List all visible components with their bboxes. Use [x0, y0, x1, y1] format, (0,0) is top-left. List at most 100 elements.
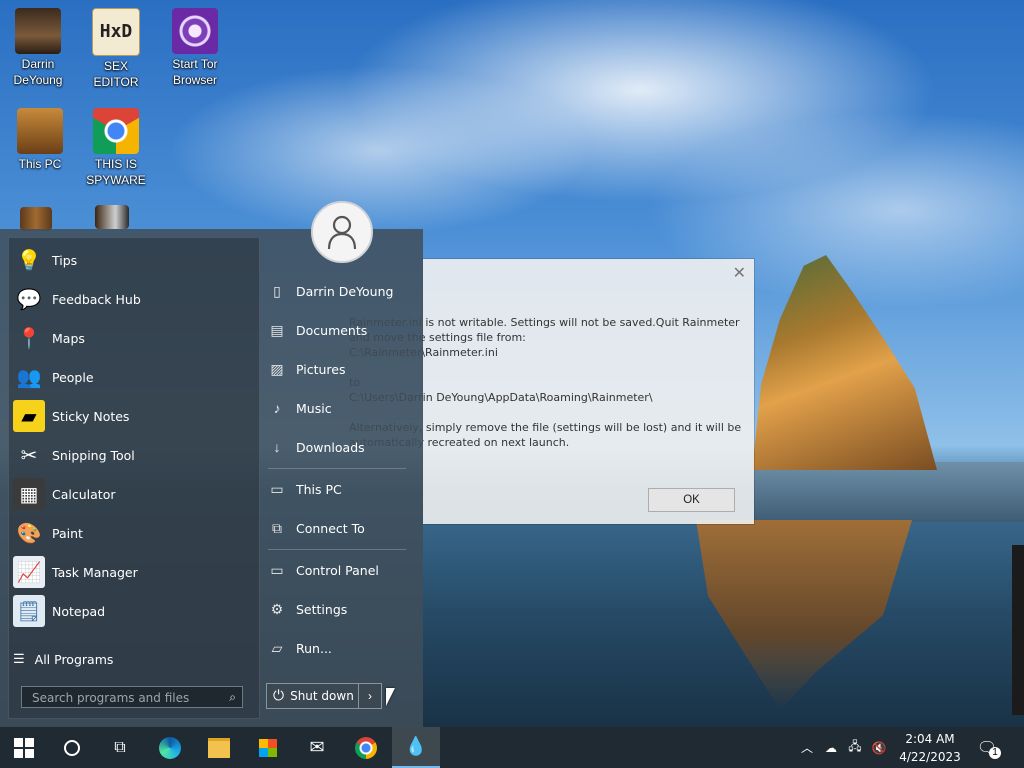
desktop-icon-label: THIS IS SPYWARE — [86, 157, 146, 187]
chrome-icon — [355, 736, 377, 759]
start-search-box[interactable]: ⌕ — [21, 686, 243, 709]
place-settings[interactable]: ⚙ Settings — [268, 595, 413, 623]
program-label: Tips — [52, 252, 78, 268]
cortana-icon — [64, 739, 80, 756]
notepad-icon: 🗒 — [13, 595, 45, 627]
taskbar-edge[interactable] — [146, 727, 194, 768]
desktop-icon-darrin-deyoung[interactable]: Darrin DeYoung — [0, 8, 76, 88]
place-label: Pictures — [296, 361, 346, 377]
program-label: Maps — [52, 330, 85, 346]
start-button[interactable] — [0, 727, 48, 768]
ok-button[interactable]: OK — [648, 488, 735, 512]
desktop-icon-label: SEX EDITOR — [93, 59, 139, 89]
hex-editor-icon: HxD — [92, 8, 140, 56]
paint-icon: 🎨 — [16, 522, 42, 545]
place-this-pc[interactable]: ▭ This PC — [268, 475, 413, 503]
all-programs-button[interactable]: ☰ All Programs — [13, 648, 113, 670]
tor-browser-icon — [172, 8, 218, 54]
program-tips[interactable]: 💡 Tips — [13, 242, 253, 278]
power-icon: ⏻ — [273, 688, 285, 704]
place-label: Run... — [296, 640, 332, 656]
desktop-icon-partial[interactable] — [88, 205, 136, 231]
desktop-icon-this-pc[interactable]: This PC — [2, 108, 78, 172]
search-button[interactable] — [48, 727, 96, 768]
place-connect-to[interactable]: ⧉ Connect To — [268, 514, 413, 542]
desktop-icon-chrome[interactable]: THIS IS SPYWARE — [78, 108, 154, 188]
taskbar-file-explorer[interactable] — [195, 727, 243, 768]
search-input[interactable] — [22, 687, 229, 709]
program-maps[interactable]: 📍 Maps — [13, 320, 253, 356]
program-label: Snipping Tool — [52, 447, 135, 463]
start-menu: 💡 Tips 💬 Feedback Hub 📍 Maps 👥 People ▰ … — [0, 229, 423, 727]
chrome-icon — [93, 108, 139, 154]
close-icon[interactable]: ✕ — [733, 263, 746, 283]
taskbar-mail[interactable]: ✉ — [293, 727, 341, 768]
all-programs-label: All Programs — [34, 651, 114, 667]
desktop-icon-tor-browser[interactable]: Start Tor Browser — [157, 8, 233, 88]
list-icon: ☰ — [13, 651, 25, 666]
taskbar-rainmeter[interactable]: 💧 — [392, 727, 440, 768]
shutdown-options-button[interactable]: › — [358, 684, 381, 708]
place-label: Connect To — [296, 520, 365, 536]
place-label: Darrin DeYoung — [296, 283, 394, 299]
control-panel-icon: ▭ — [270, 561, 284, 578]
program-label: Paint — [52, 525, 83, 541]
windows-logo-icon — [14, 737, 34, 758]
place-run[interactable]: ▱ Run... — [268, 634, 413, 662]
user-folder-icon — [15, 8, 61, 54]
calculator-icon: ▦ — [13, 478, 45, 510]
program-notepad[interactable]: 🗒 Notepad — [13, 593, 253, 629]
program-label: Notepad — [52, 603, 106, 619]
program-people[interactable]: 👥 People — [13, 359, 253, 395]
program-label: Task Manager — [52, 564, 138, 580]
notification-badge: 1 — [989, 747, 1001, 759]
network-tray[interactable]: 🖧 — [844, 727, 866, 768]
shutdown-button[interactable]: ⏻ Shut down — [267, 684, 358, 708]
divider — [268, 549, 406, 550]
program-paint[interactable]: 🎨 Paint — [13, 515, 253, 551]
onedrive-tray[interactable]: ☁ — [820, 727, 842, 768]
program-feedback-hub[interactable]: 💬 Feedback Hub — [13, 281, 253, 317]
user-avatar[interactable] — [311, 201, 373, 263]
wallpaper-sea — [754, 462, 1024, 522]
place-label: Documents — [296, 322, 368, 338]
wallpaper-rock-reflection — [696, 520, 912, 710]
place-documents[interactable]: ▤ Documents — [268, 316, 413, 344]
pictures-icon: ▨ — [270, 360, 284, 377]
people-icon: 👥 — [16, 366, 42, 389]
taskbar-clock[interactable]: 2:04 AM 4/22/2023 — [885, 730, 975, 766]
user-folder-icon: ▯ — [273, 282, 281, 299]
place-user-folder[interactable]: ▯ Darrin DeYoung — [268, 277, 413, 305]
clock-time: 2:04 AM — [905, 732, 955, 746]
program-label: Calculator — [52, 486, 116, 502]
user-icon — [327, 215, 357, 250]
maps-icon: 📍 — [16, 327, 42, 350]
music-icon: ♪ — [273, 400, 281, 416]
gear-icon: ⚙ — [270, 600, 284, 617]
show-hidden-icons[interactable]: ︿ — [798, 727, 816, 768]
mouse-cursor — [386, 688, 395, 706]
book-icon — [20, 207, 52, 231]
program-snipping-tool[interactable]: ✂ Snipping Tool — [13, 437, 253, 473]
snipping-tool-icon: ✂ — [20, 444, 38, 467]
program-calculator[interactable]: ▦ Calculator — [13, 476, 253, 512]
taskbar-chrome[interactable] — [342, 727, 390, 768]
search-icon[interactable]: ⌕ — [229, 690, 236, 705]
rainmeter-error-dialog: ✕ Rainmeter.ini is not writable. Setting… — [349, 259, 754, 524]
place-pictures[interactable]: ▨ Pictures — [268, 355, 413, 383]
place-downloads[interactable]: ↓ Downloads — [268, 433, 413, 461]
downloads-icon: ↓ — [273, 439, 281, 455]
place-control-panel[interactable]: ▭ Control Panel — [268, 556, 413, 584]
desktop-icon-label: Start Tor Browser — [172, 57, 218, 87]
desktop-icon-sex-editor[interactable]: HxD SEX EDITOR — [78, 8, 154, 90]
wallpaper-edge — [1012, 545, 1024, 715]
book-icon — [95, 205, 129, 229]
taskbar-store[interactable] — [244, 727, 292, 768]
place-music[interactable]: ♪ Music — [268, 394, 413, 422]
task-view-button[interactable]: ⧉ — [96, 727, 144, 768]
action-center-button[interactable]: 🗨 1 — [974, 727, 1001, 768]
program-sticky-notes[interactable]: ▰ Sticky Notes — [13, 398, 253, 434]
place-label: Downloads — [296, 439, 365, 455]
program-task-manager[interactable]: 📈 Task Manager — [13, 554, 253, 590]
computer-icon: ▭ — [270, 480, 284, 497]
